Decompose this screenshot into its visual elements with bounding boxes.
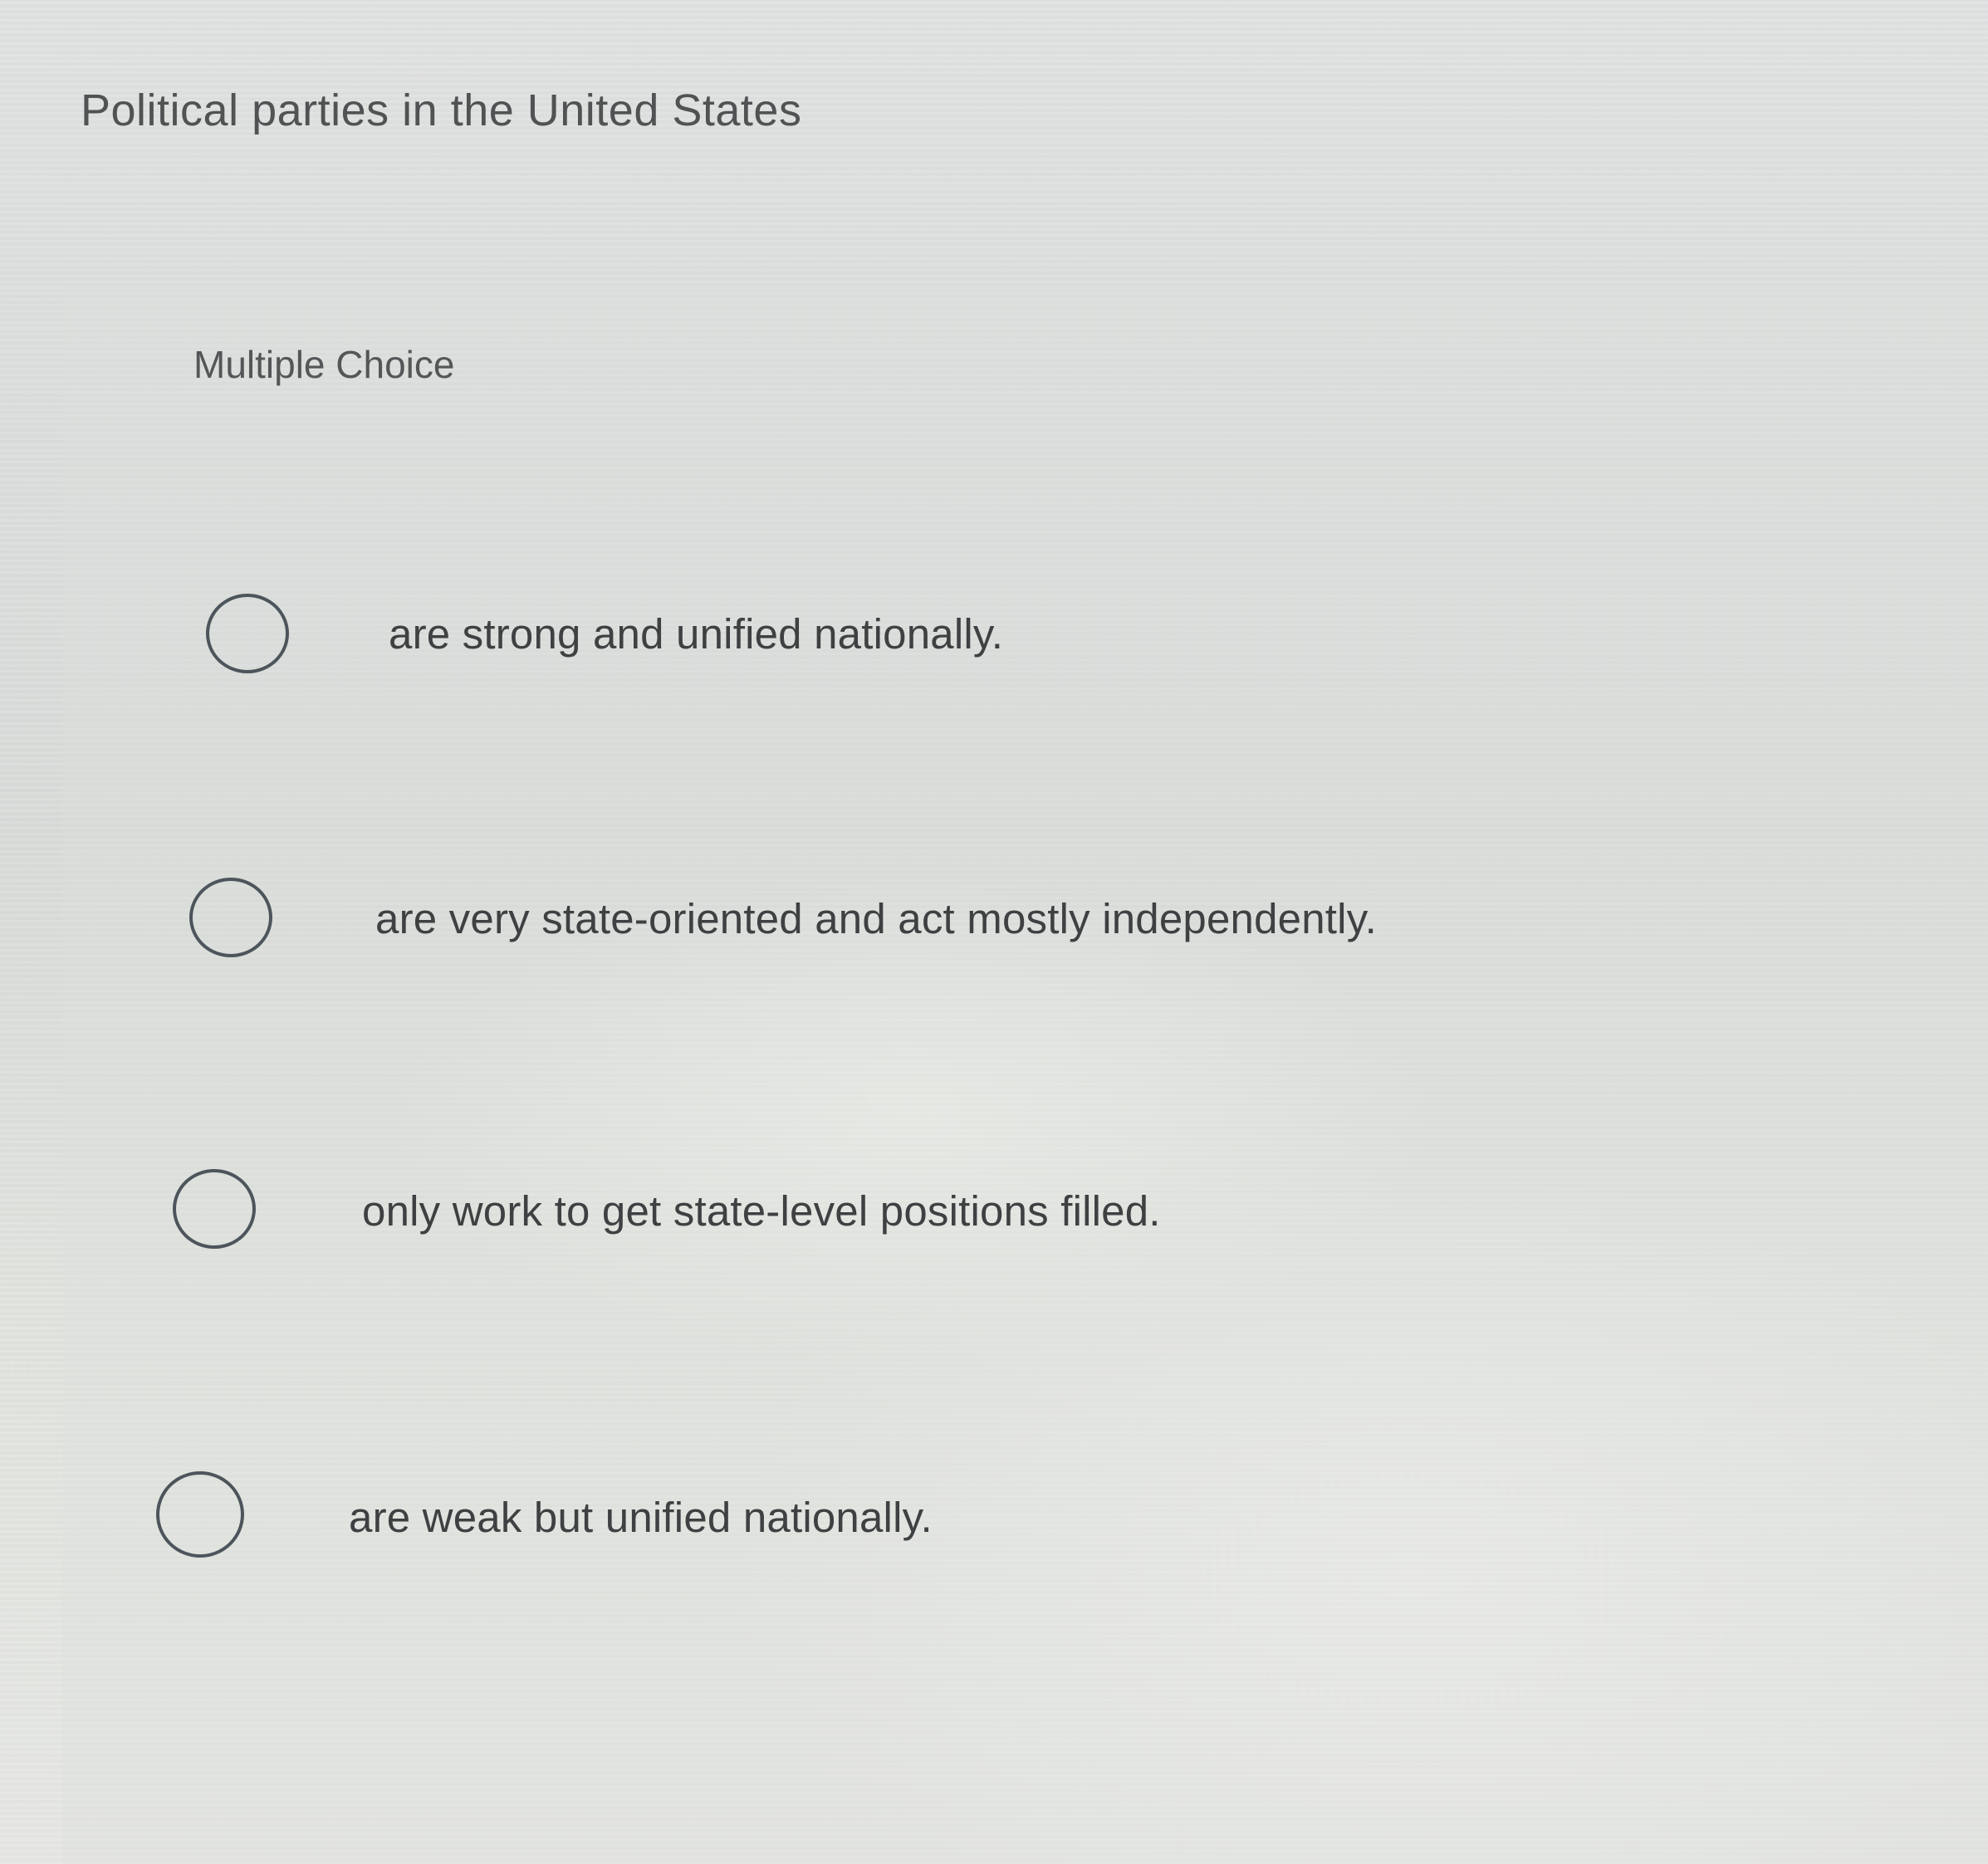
answer-panel (62, 286, 1988, 1864)
radio-button-3[interactable] (173, 1169, 256, 1249)
answer-choice-label-3: only work to get state-level positions f… (362, 1187, 1161, 1235)
question-type-label: Multiple Choice (193, 343, 455, 386)
question-prompt: Political parties in the United States (81, 86, 802, 135)
answer-choice-3[interactable]: only work to get state-level positions f… (173, 1167, 1252, 1259)
answer-choice-2[interactable]: are very state-oriented and act mostly i… (189, 876, 1452, 967)
answer-choice-label-2: are very state-oriented and act mostly i… (375, 895, 1377, 942)
radio-button-2[interactable] (189, 878, 272, 957)
radio-button-1[interactable] (206, 594, 289, 673)
answer-choice-4[interactable]: are weak but unified nationally. (156, 1470, 1070, 1561)
answer-choice-label-1: are strong and unified nationally. (389, 610, 1004, 658)
question-header: Political parties in the United States (0, 0, 1988, 282)
radio-button-4[interactable] (156, 1471, 244, 1558)
answer-choice-label-4: are weak but unified nationally. (349, 1494, 933, 1541)
answer-choice-1[interactable]: are strong and unified nationally. (206, 591, 1119, 682)
